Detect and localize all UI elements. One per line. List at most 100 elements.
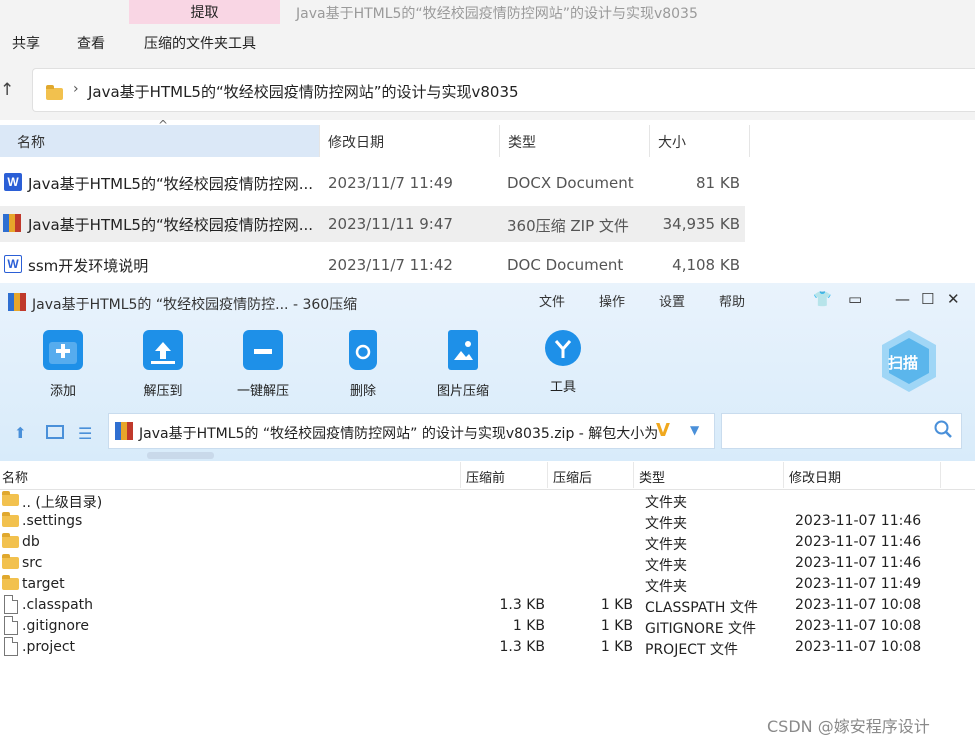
entry-size-after: 1 KB xyxy=(600,597,633,613)
minimize-icon[interactable]: — xyxy=(895,290,910,308)
entry-size-before: 1.3 KB xyxy=(499,639,546,655)
entry-name: db xyxy=(22,534,40,550)
file-row[interactable]: W Java基于HTML5的“牧经校园疫情防控网... 2023/11/7 11… xyxy=(0,165,745,201)
column-divider[interactable] xyxy=(940,462,941,488)
zip-row[interactable]: .project 1.3 KB 1 KB PROJECT 文件 2023-11-… xyxy=(0,637,975,658)
file-type: DOCX Document xyxy=(507,174,634,192)
menu-settings[interactable]: 设置 xyxy=(659,291,685,310)
entry-name: .project xyxy=(22,639,76,655)
folder-icon xyxy=(46,85,63,100)
tab-share[interactable]: 共享 xyxy=(12,33,40,53)
column-divider[interactable] xyxy=(783,462,784,488)
menu-operate[interactable]: 操作 xyxy=(599,291,625,310)
zip-window-title: Java基于HTML5的 “牧经校园疫情防控... - 360压缩 xyxy=(32,297,358,313)
file-size: 4,108 KB xyxy=(672,256,740,274)
extract-to-button[interactable]: 解压到 xyxy=(128,330,198,399)
one-click-extract-button[interactable]: 一键解压 xyxy=(228,330,298,399)
folder-icon xyxy=(2,533,19,548)
column-header-type[interactable]: 类型 xyxy=(500,125,650,157)
entry-name: src xyxy=(22,555,43,571)
tools-icon xyxy=(545,330,581,366)
feedback-icon[interactable]: ▭ xyxy=(848,290,862,308)
entry-name: .gitignore xyxy=(22,618,89,634)
column-header-after[interactable]: 压缩后 xyxy=(553,467,592,486)
entry-date: 2023-11-07 10:08 xyxy=(795,639,922,655)
entry-date: 2023-11-07 11:49 xyxy=(795,576,922,592)
file-name: ssm开发环境说明 xyxy=(28,257,149,275)
tools-label: 工具 xyxy=(549,380,576,395)
entry-type: 文件夹 xyxy=(645,495,687,511)
entry-size-after: 1 KB xyxy=(600,639,633,655)
column-divider[interactable] xyxy=(547,462,548,488)
zip-path-text: Java基于HTML5的 “牧经校园疫情防控网站” 的设计与实现v8035.zi… xyxy=(139,426,659,442)
tab-compressed-folder-tools[interactable]: 压缩的文件夹工具 xyxy=(144,33,256,53)
menu-file[interactable]: 文件 xyxy=(539,291,565,310)
chevron-right-icon[interactable]: › xyxy=(73,81,79,97)
entry-name: .classpath xyxy=(22,597,94,613)
entry-type: PROJECT 文件 xyxy=(645,642,738,658)
entry-size-before: 1.3 KB xyxy=(499,597,546,613)
column-divider[interactable] xyxy=(633,462,634,488)
extract-to-icon xyxy=(143,330,183,370)
zip-app-icon xyxy=(8,293,26,311)
extract-to-label: 解压到 xyxy=(143,384,183,399)
address-path[interactable]: Java基于HTML5的“牧经校园疫情防控网站”的设计与实现v8035 xyxy=(88,81,519,102)
word-docx-icon: W xyxy=(4,173,22,191)
zip-row[interactable]: .classpath 1.3 KB 1 KB CLASSPATH 文件 2023… xyxy=(0,595,975,616)
image-compress-icon xyxy=(448,330,478,370)
zip-row[interactable]: .settings 文件夹 2023-11-07 11:46 xyxy=(0,511,975,532)
search-input[interactable] xyxy=(721,413,962,449)
file-type: 360压缩 ZIP 文件 xyxy=(507,217,629,235)
maximize-icon[interactable]: ☐ xyxy=(921,290,934,308)
thumbnail-view-icon[interactable] xyxy=(46,425,64,439)
zip-row[interactable]: .gitignore 1 KB 1 KB GITIGNORE 文件 2023-1… xyxy=(0,616,975,637)
tools-button[interactable]: 工具 xyxy=(528,330,598,395)
column-divider[interactable] xyxy=(460,462,461,488)
column-header-name[interactable]: 名称 xyxy=(2,467,28,486)
entry-date: 2023-11-07 11:46 xyxy=(795,534,922,550)
file-name: Java基于HTML5的“牧经校园疫情防控网... xyxy=(28,216,314,234)
zip-row[interactable]: db 文件夹 2023-11-07 11:46 xyxy=(0,532,975,553)
word-doc-icon: W xyxy=(4,255,22,273)
folder-icon xyxy=(2,491,19,506)
zip-row[interactable]: target 文件夹 2023-11-07 11:49 xyxy=(0,574,975,595)
zip-row-parent[interactable]: .. (上级目录) 文件夹 xyxy=(0,490,975,511)
tab-extract[interactable]: 提取 xyxy=(129,0,280,24)
close-icon[interactable]: ✕ xyxy=(947,290,960,308)
entry-name: .. (上级目录) xyxy=(22,495,103,511)
search-icon[interactable] xyxy=(934,420,952,438)
nav-up-icon[interactable]: ⬆ xyxy=(14,424,27,442)
column-header-date[interactable]: 修改日期 xyxy=(789,467,841,486)
image-compress-button[interactable]: 图片压缩 xyxy=(428,330,498,399)
file-icon xyxy=(4,616,18,635)
dropdown-arrow-icon[interactable]: ▼ xyxy=(690,423,699,437)
column-header-before[interactable]: 压缩前 xyxy=(466,467,505,486)
zip-row[interactable]: src 文件夹 2023-11-07 11:46 xyxy=(0,553,975,574)
trash-icon xyxy=(349,330,377,370)
tab-view[interactable]: 查看 xyxy=(77,33,105,53)
watermark: CSDN @嫁安程序设计 xyxy=(767,717,930,736)
file-row-selected[interactable]: Java基于HTML5的“牧经校园疫情防控网... 2023/11/11 9:4… xyxy=(0,206,745,242)
entry-type: 文件夹 xyxy=(645,558,687,574)
delete-button[interactable]: 删除 xyxy=(328,330,398,399)
folder-icon xyxy=(2,554,19,569)
add-label: 添加 xyxy=(49,384,76,399)
entry-date: 2023-11-07 11:46 xyxy=(795,513,922,529)
up-arrow-icon[interactable]: ↑ xyxy=(0,80,14,100)
entry-type: 文件夹 xyxy=(645,537,687,553)
file-size: 34,935 KB xyxy=(662,215,740,233)
add-button[interactable]: 添加 xyxy=(28,330,98,399)
column-header-size[interactable]: 大小 xyxy=(650,125,750,157)
zip-archive-icon xyxy=(3,214,23,232)
entry-type: 文件夹 xyxy=(645,516,687,532)
scan-label: 扫描 xyxy=(888,354,919,372)
file-row[interactable]: W ssm开发环境说明 2023/11/7 11:42 DOC Document… xyxy=(0,247,745,283)
list-view-icon[interactable]: ☰ xyxy=(78,424,92,443)
scrollbar-thumb[interactable] xyxy=(147,452,214,459)
column-header-type[interactable]: 类型 xyxy=(639,467,665,486)
file-type: DOC Document xyxy=(507,256,624,274)
menu-help[interactable]: 帮助 xyxy=(719,291,745,310)
column-header-date[interactable]: 修改日期 xyxy=(320,125,500,157)
entry-date: 2023-11-07 10:08 xyxy=(795,618,922,634)
skin-icon[interactable]: 👕 xyxy=(813,290,832,308)
